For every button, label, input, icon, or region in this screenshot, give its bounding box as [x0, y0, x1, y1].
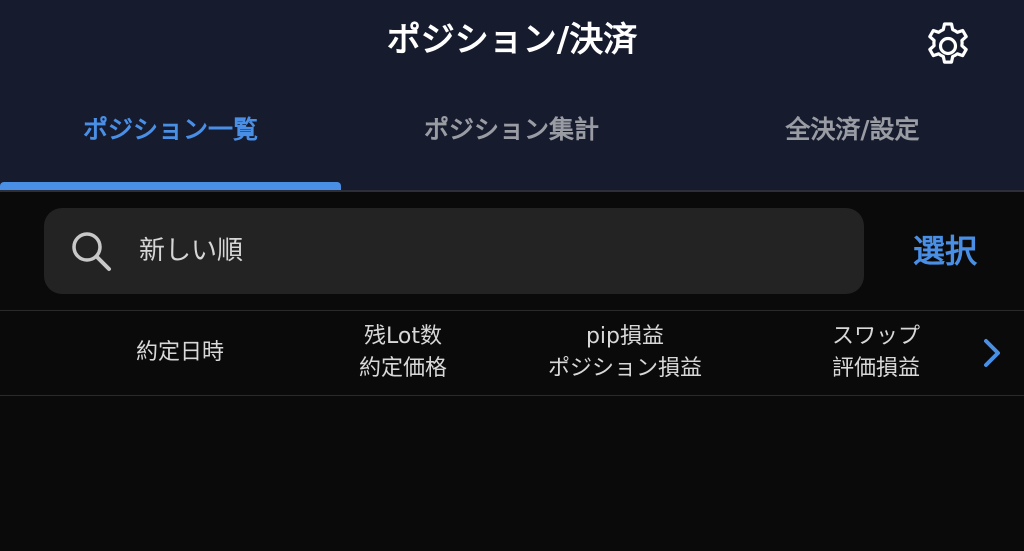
header-divider — [0, 190, 1024, 192]
select-button[interactable]: 選択 — [890, 208, 1000, 294]
column-label: pip損益 — [585, 324, 665, 349]
column-header-row: 約定日時 残Lot数 約定価格 pip損益 ポジション損益 スワップ 評価損益 — [0, 310, 1024, 396]
column-label: 約定価格 — [358, 356, 447, 381]
app-header: ポジション/決済 ポジション一覧 ポジション集計 全決済/設定 — [0, 0, 1024, 190]
chevron-right-icon[interactable] — [976, 335, 1010, 371]
gear-icon[interactable] — [920, 18, 976, 74]
column-label: スワップ — [831, 324, 920, 349]
tab-position-summary[interactable]: ポジション集計 — [341, 96, 682, 190]
column-header-swap-valuation: スワップ 評価損益 — [776, 311, 976, 395]
column-header-pip-position-pl: pip損益 ポジション損益 — [515, 311, 735, 395]
column-label: 評価損益 — [831, 356, 920, 381]
column-label: 残Lot数 — [364, 324, 442, 349]
active-tab-indicator — [0, 182, 341, 190]
tab-close-all-settings[interactable]: 全決済/設定 — [682, 96, 1023, 190]
sort-order-label: 新しい順 — [139, 236, 244, 266]
page-title: ポジション/決済 — [386, 20, 638, 60]
column-header-lots-price: 残Lot数 約定価格 — [303, 311, 503, 395]
tab-position-list[interactable]: ポジション一覧 — [0, 96, 341, 190]
search-icon — [72, 232, 111, 271]
column-label: ポジション損益 — [547, 356, 702, 381]
tab-bar: ポジション一覧 ポジション集計 全決済/設定 — [0, 96, 1024, 190]
sort-search-field[interactable]: 新しい順 — [44, 208, 864, 294]
column-header-trade-time: 約定日時 — [80, 311, 280, 395]
column-label: 約定日時 — [135, 340, 224, 365]
